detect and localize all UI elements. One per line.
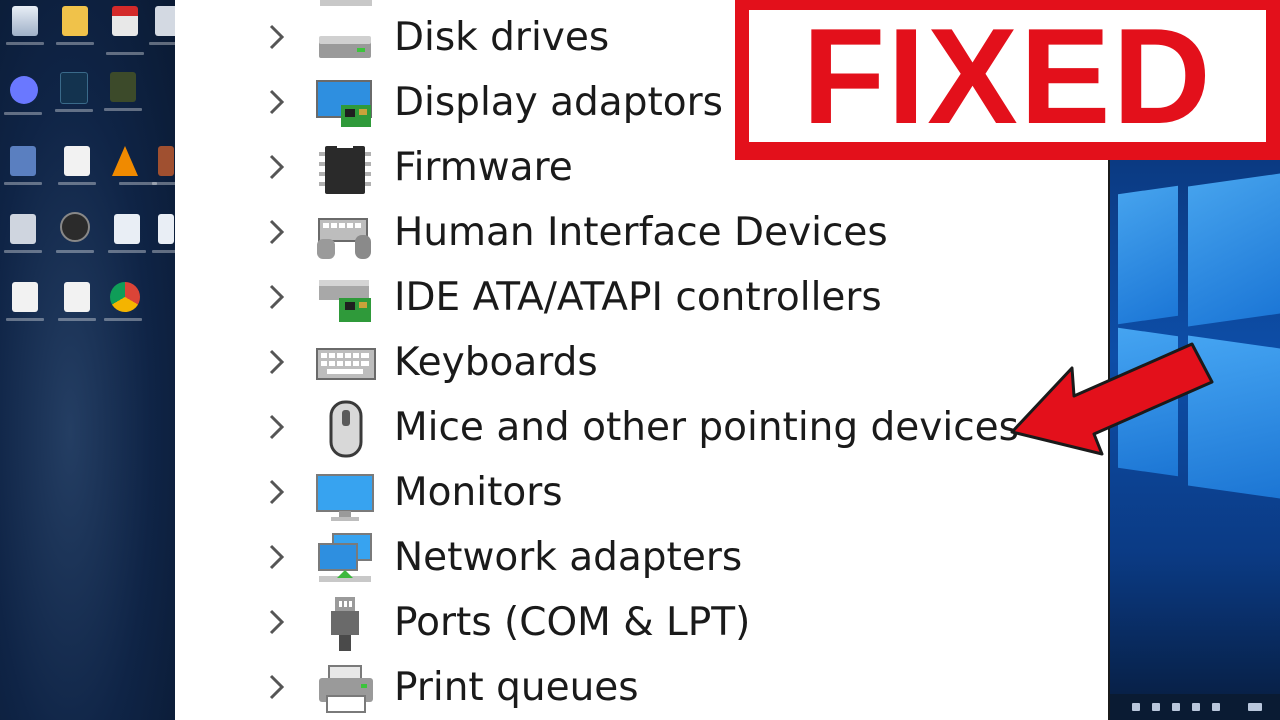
windows-logo-pane [1188, 173, 1280, 327]
tray-icon[interactable] [1172, 703, 1180, 711]
firmware-chip-icon [319, 142, 371, 194]
tree-item-print-queues[interactable]: Print queues [175, 656, 1108, 720]
printer-icon [319, 665, 373, 713]
tree-item-label: Firmware [394, 145, 573, 190]
messenger-icon[interactable] [4, 76, 42, 115]
taskbar[interactable] [1108, 694, 1280, 720]
chevron-right-icon[interactable] [261, 605, 291, 639]
tree-item-label: Ports (COM & LPT) [394, 600, 751, 645]
banner-text: FIXED [802, 0, 1213, 152]
disk-drive-icon [319, 36, 371, 58]
tree-item-label: IDE ATA/ATAPI controllers [394, 275, 882, 320]
tree-item-label: Network adapters [394, 535, 743, 580]
chevron-right-icon[interactable] [261, 85, 291, 119]
tree-item-label: Disk drives [394, 15, 610, 60]
tree-item-network-adapters[interactable]: Network adapters [175, 526, 1108, 590]
chevron-right-icon[interactable] [261, 150, 291, 184]
app-icon[interactable] [149, 6, 175, 45]
chevron-right-icon[interactable] [261, 345, 291, 379]
desktop-left [0, 0, 175, 720]
folder-icon[interactable] [56, 6, 94, 45]
tree-item-label: Human Interface Devices [394, 210, 888, 255]
tool-icon[interactable] [4, 146, 42, 185]
tree-item-label: Print queues [394, 665, 639, 710]
hid-icon [317, 218, 371, 259]
network-adapter-icon [318, 533, 372, 582]
windows-logo-pane [1118, 185, 1178, 325]
recycle-bin-icon[interactable] [6, 6, 44, 45]
tree-item-keyboards[interactable]: Keyboards [175, 331, 1108, 395]
document-icon[interactable] [58, 146, 96, 185]
tray-icon[interactable] [1152, 703, 1160, 711]
tree-item-human-interface-devices[interactable]: Human Interface Devices [175, 201, 1108, 265]
mouse-icon [329, 400, 363, 458]
nvidia-icon[interactable] [104, 72, 142, 111]
vlc-icon[interactable] [112, 146, 157, 185]
monitor-icon [316, 474, 374, 521]
tray-icon[interactable] [1192, 703, 1200, 711]
app-red-icon[interactable] [152, 146, 175, 185]
file-doc-icon[interactable] [6, 282, 44, 321]
port-icon [331, 597, 359, 651]
file-small-icon[interactable] [152, 214, 175, 253]
banner-inner: FIXED [749, 0, 1266, 152]
tray-icon[interactable] [1132, 703, 1140, 711]
tree-item-label: Monitors [394, 470, 563, 515]
chevron-right-icon[interactable] [261, 670, 291, 704]
file-doc-2-icon[interactable] [58, 282, 96, 321]
tree-item-label: Mice and other pointing devices [394, 405, 1019, 450]
tree-item-monitors[interactable]: Monitors [175, 461, 1108, 525]
display-adapter-icon [316, 80, 372, 127]
keyboard-icon [316, 348, 376, 380]
chevron-right-icon[interactable] [261, 20, 291, 54]
chevron-right-icon[interactable] [261, 280, 291, 314]
tree-item-mice-and-other-pointing-devices[interactable]: Mice and other pointing devices [175, 396, 1108, 460]
tree-item-ports-com-lpt[interactable]: Ports (COM & LPT) [175, 591, 1108, 655]
file-icon[interactable] [108, 214, 146, 253]
chevron-right-icon[interactable] [261, 475, 291, 509]
pdf-file-icon[interactable] [106, 6, 144, 55]
fixed-banner: FIXED [735, 0, 1280, 160]
tree-item-label: Display adaptors [394, 80, 723, 125]
chevron-right-icon[interactable] [261, 540, 291, 574]
dial-icon[interactable] [56, 212, 94, 253]
tray-icon[interactable] [1212, 703, 1220, 711]
app-dark-icon[interactable] [55, 72, 93, 112]
chrome-icon[interactable] [104, 282, 142, 321]
ide-controller-icon [319, 280, 371, 322]
red-arrow-icon [1010, 342, 1214, 456]
chevron-right-icon[interactable] [261, 410, 291, 444]
tool-alt-icon[interactable] [4, 214, 42, 253]
tree-item-ide-ata-atapi-controllers[interactable]: IDE ATA/ATAPI controllers [175, 266, 1108, 330]
notification-icon[interactable] [1248, 703, 1262, 711]
tree-item-label: Keyboards [394, 340, 598, 385]
chevron-right-icon[interactable] [261, 215, 291, 249]
